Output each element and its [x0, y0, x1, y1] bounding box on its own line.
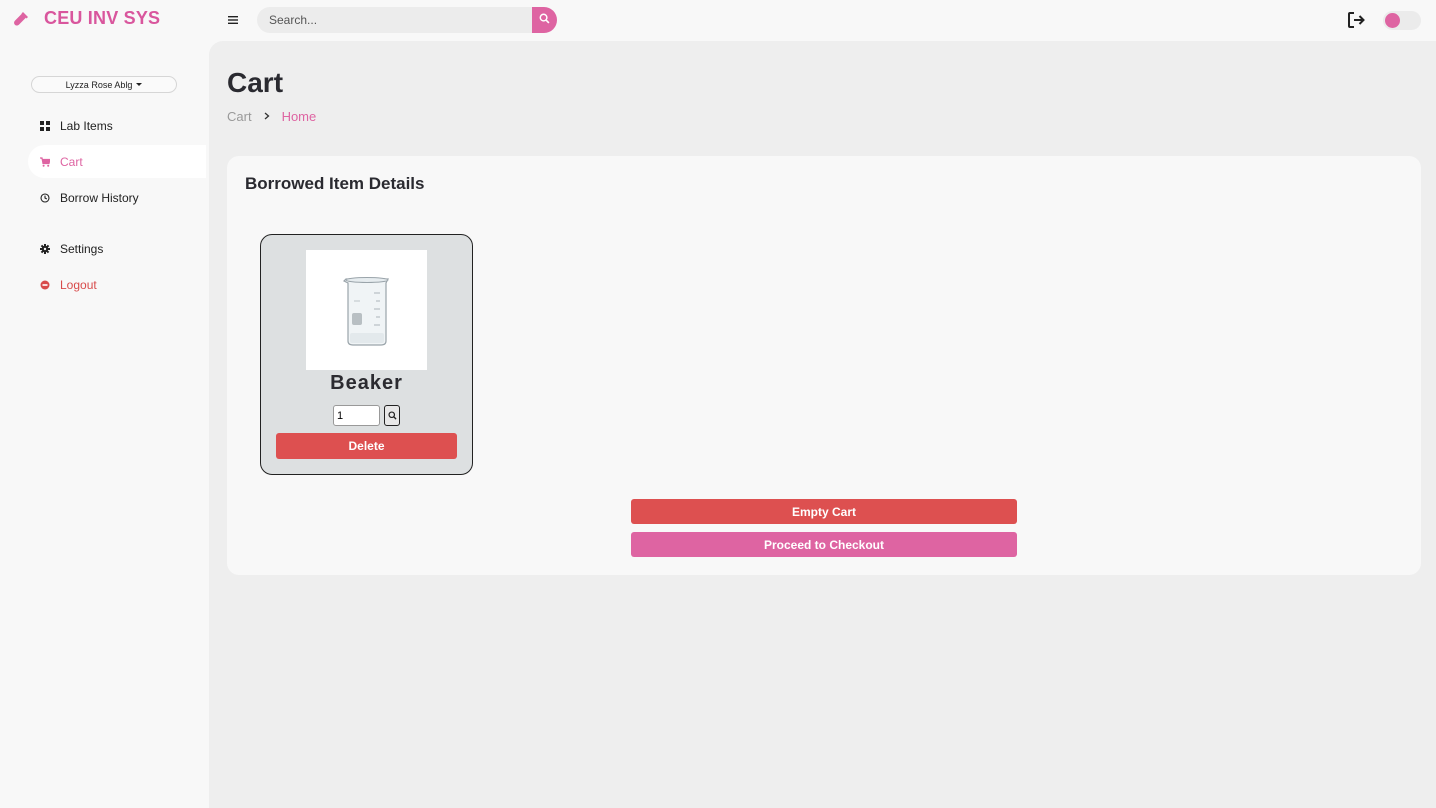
toggle-knob [1385, 13, 1400, 28]
quantity-search-button[interactable] [384, 405, 400, 426]
brand[interactable]: CEU INV SYS [12, 8, 160, 29]
delete-item-button[interactable]: Delete [276, 433, 457, 459]
sidebar: Lyzza Rose Ablg Lab Items Cart Borrow Hi… [0, 41, 209, 808]
sidebar-item-label: Cart [60, 154, 83, 169]
grid-icon [40, 120, 50, 131]
item-name: Beaker [330, 372, 403, 394]
breadcrumb-current: Cart [227, 109, 252, 124]
sidebar-item-settings[interactable]: Settings [28, 232, 209, 265]
history-icon [40, 192, 50, 203]
quantity-input[interactable] [333, 405, 380, 426]
sidebar-item-label: Borrow History [60, 190, 139, 205]
sidebar-item-label: Logout [60, 277, 97, 292]
user-name: Lyzza Rose Ablg [65, 79, 133, 90]
checkout-button[interactable]: Proceed to Checkout [631, 532, 1017, 557]
borrowed-items-panel: Borrowed Item Details Beaker 1 Delete Em… [227, 156, 1421, 575]
breadcrumb: Cart Home [227, 109, 316, 124]
search-icon [539, 11, 550, 29]
caret-down-icon [136, 83, 143, 86]
logout-icon[interactable] [1346, 10, 1367, 30]
search-icon [387, 407, 397, 425]
empty-cart-button[interactable]: Empty Cart [631, 499, 1017, 524]
brand-name: CEU INV SYS [44, 8, 161, 28]
sidebar-item-lab-items[interactable]: Lab Items [28, 109, 209, 142]
logout-circle-icon [40, 280, 50, 290]
search-bar [257, 7, 557, 33]
theme-toggle[interactable] [1383, 11, 1421, 30]
page-title: Cart [227, 67, 284, 98]
gear-icon [40, 243, 50, 254]
top-navbar: CEU INV SYS [0, 0, 1436, 41]
cart-icon [40, 156, 50, 167]
sidebar-item-borrow-history[interactable]: Borrow History [28, 181, 209, 214]
user-dropdown[interactable]: Lyzza Rose Ablg [31, 76, 177, 93]
menu-toggle-icon[interactable] [226, 10, 240, 30]
cart-item-card: Beaker Delete [260, 234, 473, 475]
quantity-row [333, 405, 400, 426]
chevron-right-icon [264, 111, 270, 123]
test-tube-icon [12, 10, 30, 28]
search-input[interactable] [257, 7, 532, 33]
panel-title: Borrowed Item Details [245, 174, 425, 193]
sidebar-item-cart[interactable]: Cart [28, 145, 206, 178]
beaker-image [306, 250, 427, 370]
search-button[interactable] [532, 7, 557, 33]
sidebar-item-label: Settings [60, 241, 104, 256]
sidebar-item-logout[interactable]: Logout [28, 268, 209, 301]
sidebar-item-label: Lab Items [60, 118, 113, 133]
main-content: Cart Cart Home Borrowed Item Details Bea… [209, 41, 1436, 808]
breadcrumb-home-link[interactable]: Home [282, 109, 317, 124]
